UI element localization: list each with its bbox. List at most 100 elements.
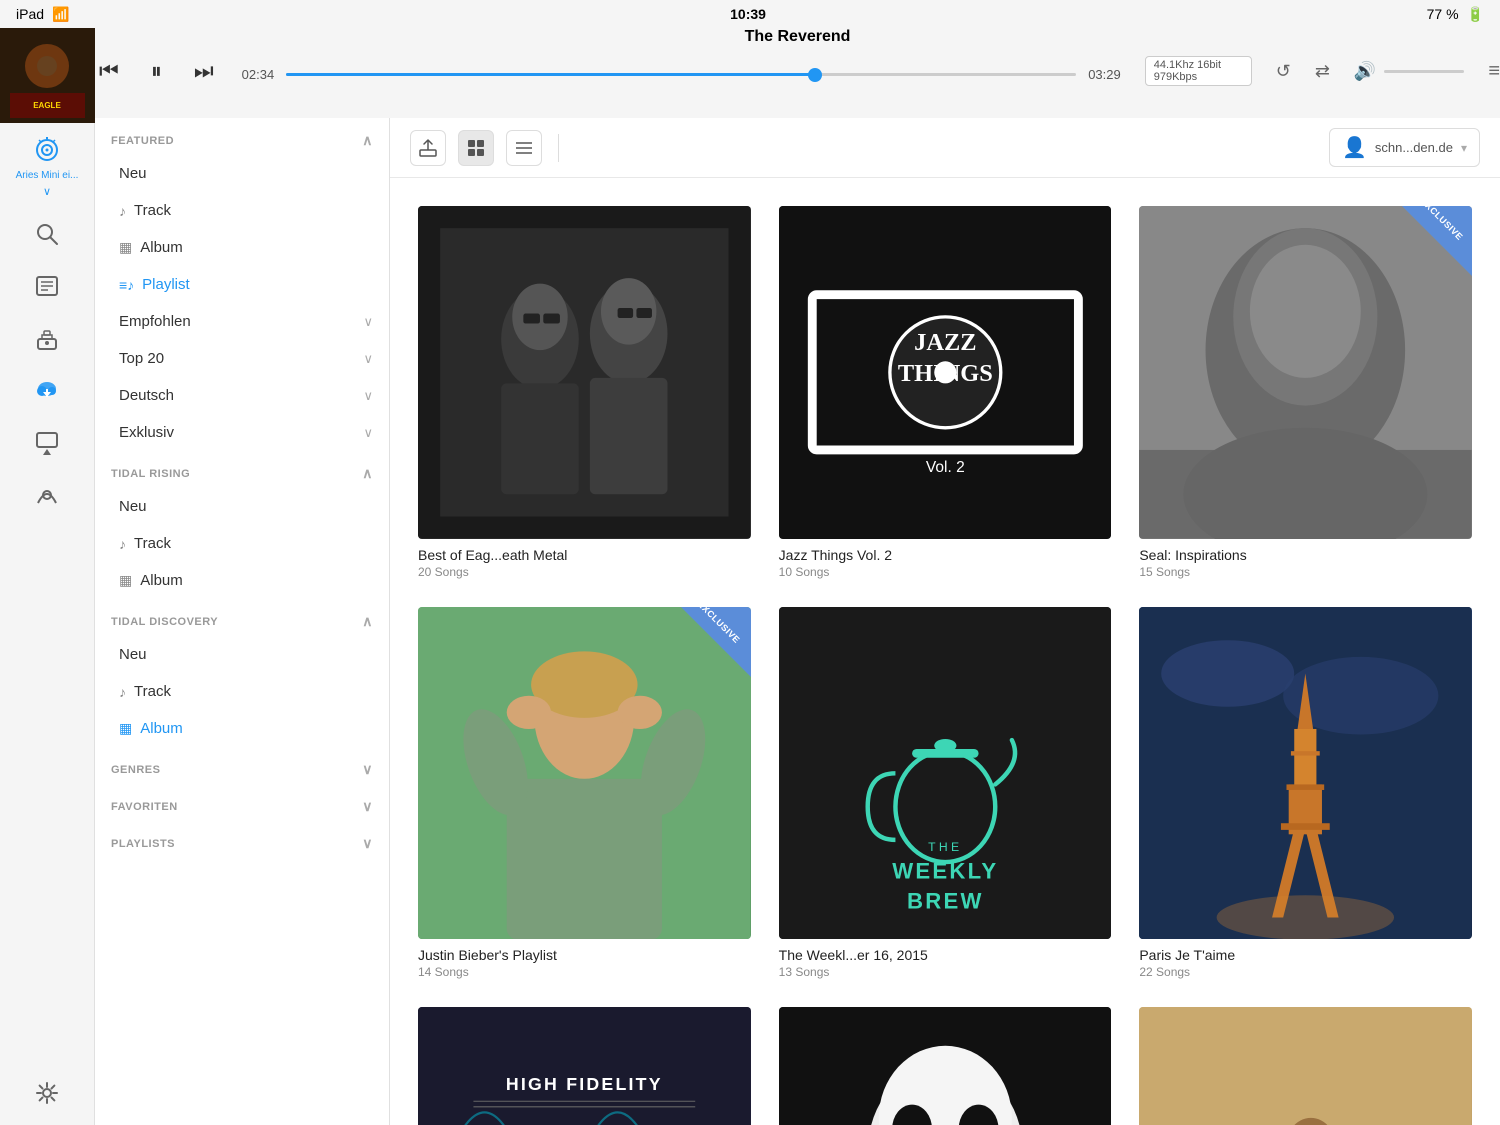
grid-item-paris[interactable]: Paris Je T'aime 22 Songs [1139, 607, 1472, 980]
list-view-button[interactable] [506, 130, 542, 166]
dropdown-arrow-icon: ▾ [1461, 141, 1467, 155]
sidebar-item-neu-discovery[interactable]: Neu [95, 636, 389, 673]
item-title-weekly-brew: The Weekl...er 16, 2015 [779, 947, 1112, 963]
pause-button[interactable]: ⏸ [147, 54, 166, 88]
next-button[interactable]: ⏭ [190, 54, 218, 88]
grid-item-jazz-things[interactable]: JAZZ THINGS Vol. 2 Jazz Things Vol. 2 10… [779, 206, 1112, 579]
sidebar-item-empfohlen[interactable]: Empfohlen ∨ [95, 303, 389, 340]
sidebar-item-track-rising[interactable]: ♪ Track [95, 525, 389, 562]
battery-icon: 🔋 [1467, 6, 1484, 23]
player-bar: EAGLE The Reverend ⏮ ⏸ ⏭ 02:34 03:29 44.… [0, 28, 1500, 118]
cloud-download-icon [31, 374, 63, 406]
svg-text:JAZZ: JAZZ [914, 329, 976, 356]
track-icon-rising: ♪ [119, 536, 126, 552]
section-featured: FEATURED ∧ [95, 118, 389, 155]
sidebar-item-playlist-1[interactable]: ≡♪ Playlist [95, 266, 389, 303]
item-sub-jazz-things: 10 Songs [779, 565, 1112, 579]
grid-item-best-of-eag[interactable]: Best of Eag...eath Metal 20 Songs [418, 206, 751, 579]
grid-view-button[interactable] [458, 130, 494, 166]
progress-area: 02:34 03:29 [242, 67, 1121, 82]
tidal-rising-collapse[interactable]: ∧ [362, 465, 373, 482]
icon-airplay[interactable] [31, 426, 63, 458]
exklusiv-arrow: ∨ [363, 425, 373, 441]
icon-library[interactable] [31, 270, 63, 302]
user-area[interactable]: 👤 schn...den.de ▾ [1329, 128, 1480, 167]
device-label: iPad [16, 6, 44, 22]
sidebar-item-album-discovery[interactable]: ▦ Album [95, 710, 389, 747]
playlists-collapse[interactable]: ∨ [362, 835, 373, 852]
featured-collapse[interactable]: ∧ [362, 132, 373, 149]
top20-arrow: ∨ [363, 351, 373, 367]
wifi-icon: 📶 [52, 6, 69, 23]
airplay-icon [31, 426, 63, 458]
icon-radio[interactable]: Aries Mini ei... ∨ [16, 134, 79, 198]
player-controls: ⏮ ⏸ ⏭ 02:34 03:29 44.1Khz 16bit 979Kbps … [95, 54, 1500, 88]
empfohlen-arrow: ∨ [363, 314, 373, 330]
main-layout: Aries Mini ei... ∨ [0, 118, 1500, 1125]
grid-item-weekly-brew[interactable]: THE WEEKLY BREW The Weekl...er 16, 2015 … [779, 607, 1112, 980]
track-1-label: Track [134, 202, 171, 219]
item-sub-weekly-brew: 13 Songs [779, 965, 1112, 979]
icon-settings[interactable] [31, 1077, 63, 1109]
genres-label: GENRES [111, 764, 160, 776]
svg-text:WEEKLY: WEEKLY [892, 858, 998, 883]
section-tidal-discovery: TIDAL DISCOVERY ∧ [95, 599, 389, 636]
progress-track[interactable] [286, 73, 1076, 76]
grid-item-seal[interactable]: EXCLUSIVE Seal: Inspirations 15 Songs [1139, 206, 1472, 579]
grid-item-dead[interactable]: The Dead F...eadheads 20 Songs [779, 1007, 1112, 1125]
icon-scrobble[interactable] [31, 478, 63, 510]
grid-item-hifi[interactable]: HIGH FIDELITY PUBLISHER PLAYLIST What Hi… [418, 1007, 751, 1125]
svg-text:Vol. 2: Vol. 2 [926, 459, 965, 476]
favoriten-collapse[interactable]: ∨ [362, 798, 373, 815]
icon-search[interactable] [31, 218, 63, 250]
playlists-label: PLAYLISTS [111, 838, 175, 850]
playlist-1-label: Playlist [142, 276, 190, 293]
sidebar-item-top20[interactable]: Top 20 ∨ [95, 340, 389, 377]
neu-rising-label: Neu [119, 498, 147, 515]
repeat-icon[interactable]: ↺ [1276, 61, 1291, 82]
sidebar-item-neu-featured[interactable]: Neu [95, 155, 389, 192]
item-title-paris: Paris Je T'aime [1139, 947, 1472, 963]
status-bar: iPad 📶 10:39 77 % 🔋 [0, 0, 1500, 28]
grid-item-bieber[interactable]: EXCLUSIVE Justin Bieber's Playlist 14 So… [418, 607, 751, 980]
neu-discovery-label: Neu [119, 646, 147, 663]
album-1-label: Album [140, 239, 183, 256]
sidebar-item-album-1[interactable]: ▦ Album [95, 229, 389, 266]
deutsch-arrow: ∨ [363, 388, 373, 404]
track-discovery-label: Track [134, 683, 171, 700]
current-time: 02:34 [242, 67, 275, 82]
item-title-bieber: Justin Bieber's Playlist [418, 947, 751, 963]
section-favoriten: FAVORITEN ∨ [95, 784, 389, 821]
sidebar-item-track-discovery[interactable]: ♪ Track [95, 673, 389, 710]
shuffle-icon[interactable]: ⇄ [1315, 61, 1330, 82]
settings-icon [31, 1077, 63, 1109]
expand-arrow[interactable]: ∨ [43, 185, 51, 198]
section-tidal-rising: TIDAL RISING ∧ [95, 451, 389, 488]
export-button[interactable] [410, 130, 446, 166]
genres-collapse[interactable]: ∨ [362, 761, 373, 778]
featured-label: FEATURED [111, 135, 174, 147]
sidebar-item-neu-rising[interactable]: Neu [95, 488, 389, 525]
thumb-paris [1139, 607, 1472, 940]
quality-badge: 44.1Khz 16bit 979Kbps [1145, 56, 1252, 86]
tidal-discovery-collapse[interactable]: ∧ [362, 613, 373, 630]
volume-track[interactable] [1384, 70, 1464, 73]
grid-item-pacific[interactable]: Pacific Pop...nd Beyond 30 Songs [1139, 1007, 1472, 1125]
item-sub-bieber: 14 Songs [418, 965, 751, 979]
status-left: iPad 📶 [16, 6, 69, 23]
icon-cloud[interactable] [31, 374, 63, 406]
album-rising-label: Album [140, 572, 183, 589]
thumb-dead [779, 1007, 1112, 1125]
icon-radio2[interactable] [31, 322, 63, 354]
menu-icon[interactable]: ≡ [1488, 60, 1500, 83]
sidebar-item-album-rising[interactable]: ▦ Album [95, 562, 389, 599]
sidebar-item-exklusiv[interactable]: Exklusiv ∨ [95, 414, 389, 451]
player-controls-area: The Reverend ⏮ ⏸ ⏭ 02:34 03:29 44.1Khz 1… [95, 28, 1500, 88]
album-icon-rising: ▦ [119, 572, 132, 589]
album-icon-1: ▦ [119, 239, 132, 256]
sidebar-item-deutsch[interactable]: Deutsch ∨ [95, 377, 389, 414]
sidebar-item-track-1[interactable]: ♪ Track [95, 192, 389, 229]
svg-text:THINGS: THINGS [898, 360, 993, 387]
prev-button[interactable]: ⏮ [95, 54, 123, 88]
progress-fill [286, 73, 815, 76]
